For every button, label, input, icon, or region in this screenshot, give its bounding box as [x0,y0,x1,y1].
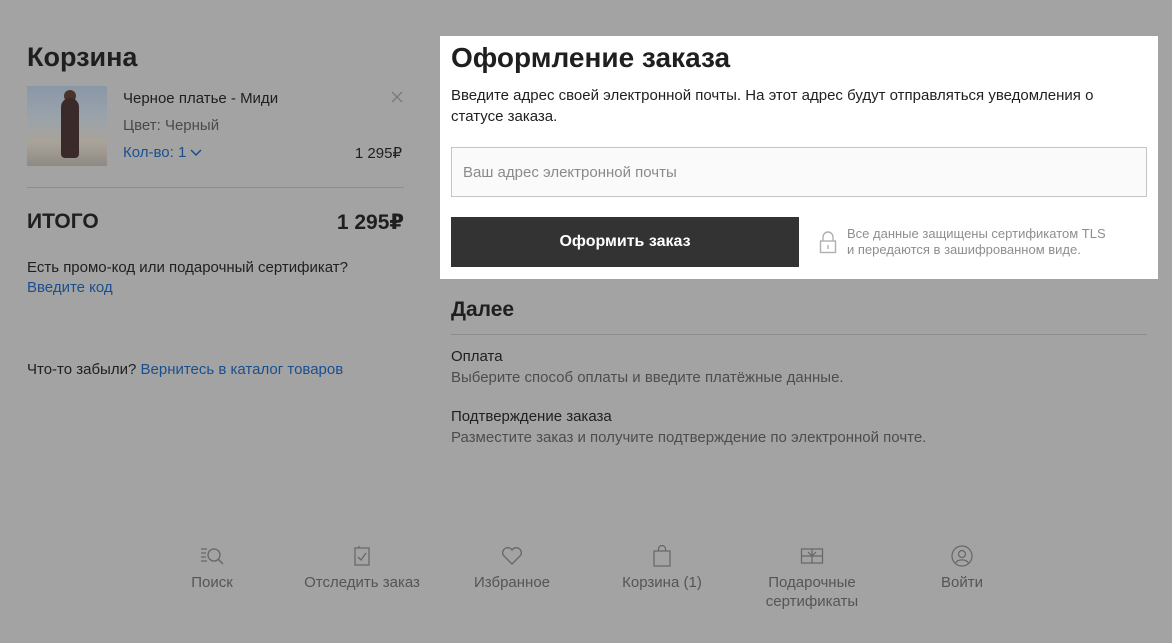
nav-label: Подарочные сертификаты [765,574,859,610]
nav-login[interactable]: Войти [887,545,1037,592]
total-row: ИТОГО 1 295₽ [27,210,404,235]
step-description: Выберите способ оплаты и введите платёжн… [451,369,844,386]
item-color: Цвет: Черный [123,117,220,134]
cart-title: Корзина [27,42,138,72]
enter-code-link[interactable]: Введите код [27,279,113,296]
nav-gift-cards[interactable]: Подарочные сертификаты [737,545,887,611]
total-label: ИТОГО [27,210,99,233]
footer-nav: Поиск Отследить заказ Избранное Корзина … [0,545,1172,625]
security-note: Все данные защищены сертификатом TLS и п… [819,226,1106,258]
item-name[interactable]: Черное платье - Миди [123,90,278,107]
quantity-select[interactable]: Кол-во: 1 [123,144,202,161]
product-thumbnail[interactable] [27,86,107,166]
search-icon [201,548,224,565]
promo-question: Есть промо-код или подарочный сертификат… [27,259,348,276]
email-field[interactable] [451,147,1147,197]
total-value: 1 295₽ [336,211,404,234]
nav-label: Войти [941,574,983,591]
nav-favorites[interactable]: Избранное [437,545,587,592]
step-confirmation: Подтверждение заказа Разместите заказ и … [451,408,1147,446]
step-payment: Оплата Выберите способ оплаты и введите … [451,348,1147,386]
cart-item: Черное платье - Миди Цвет: Черный Кол-во… [27,86,404,166]
bag-icon [653,545,671,567]
nav-label: Избранное [473,574,551,591]
security-line-2: и передаются в зашифрованном виде. [847,242,1081,257]
nav-search[interactable]: Поиск [137,545,287,592]
step-description: Разместите заказ и получите подтверждени… [451,429,927,446]
next-divider [451,334,1147,335]
gift-card-icon [800,548,824,564]
place-order-button[interactable]: Оформить заказ [451,217,799,267]
checkout-panel: Оформление заказа Введите адрес своей эл… [440,36,1158,279]
checkout-title: Оформление заказа [451,42,731,73]
forgot-row: Что-то забыли? Вернитесь в каталог товар… [27,361,404,378]
next-title: Далее [451,298,515,321]
cart-section: Корзина Черное платье - Миди Цвет: Черны… [27,40,404,378]
nav-label: Поиск [191,574,233,591]
chevron-down-icon [190,148,202,156]
security-line-1: Все данные защищены сертификатом TLS [847,226,1106,241]
nav-label: Отследить заказ [304,574,420,591]
heart-icon [502,547,522,565]
back-to-catalog-link[interactable]: Вернитесь в каталог товаров [141,361,344,378]
close-icon[interactable] [390,90,404,104]
nav-label: Корзина (1) [622,574,702,591]
step-title: Подтверждение заказа [451,408,612,425]
cart-divider [27,187,404,188]
user-icon [951,545,973,567]
step-title: Оплата [451,348,503,365]
forgot-text: Что-то забыли? [27,361,137,378]
nav-track-order[interactable]: Отследить заказ [287,545,437,592]
track-order-icon [354,546,370,566]
item-price: 1 295₽ [354,145,402,162]
lock-icon [819,231,837,254]
quantity-label: Кол-во: 1 [123,144,187,161]
nav-cart[interactable]: Корзина (1) [587,545,737,592]
checkout-actions: Оформить заказ Все данные защищены серти… [451,217,1147,267]
checkout-description: Введите адрес своей электронной почты. Н… [451,87,1094,125]
next-steps: Далее Оплата Выберите способ оплаты и вв… [451,298,1147,446]
